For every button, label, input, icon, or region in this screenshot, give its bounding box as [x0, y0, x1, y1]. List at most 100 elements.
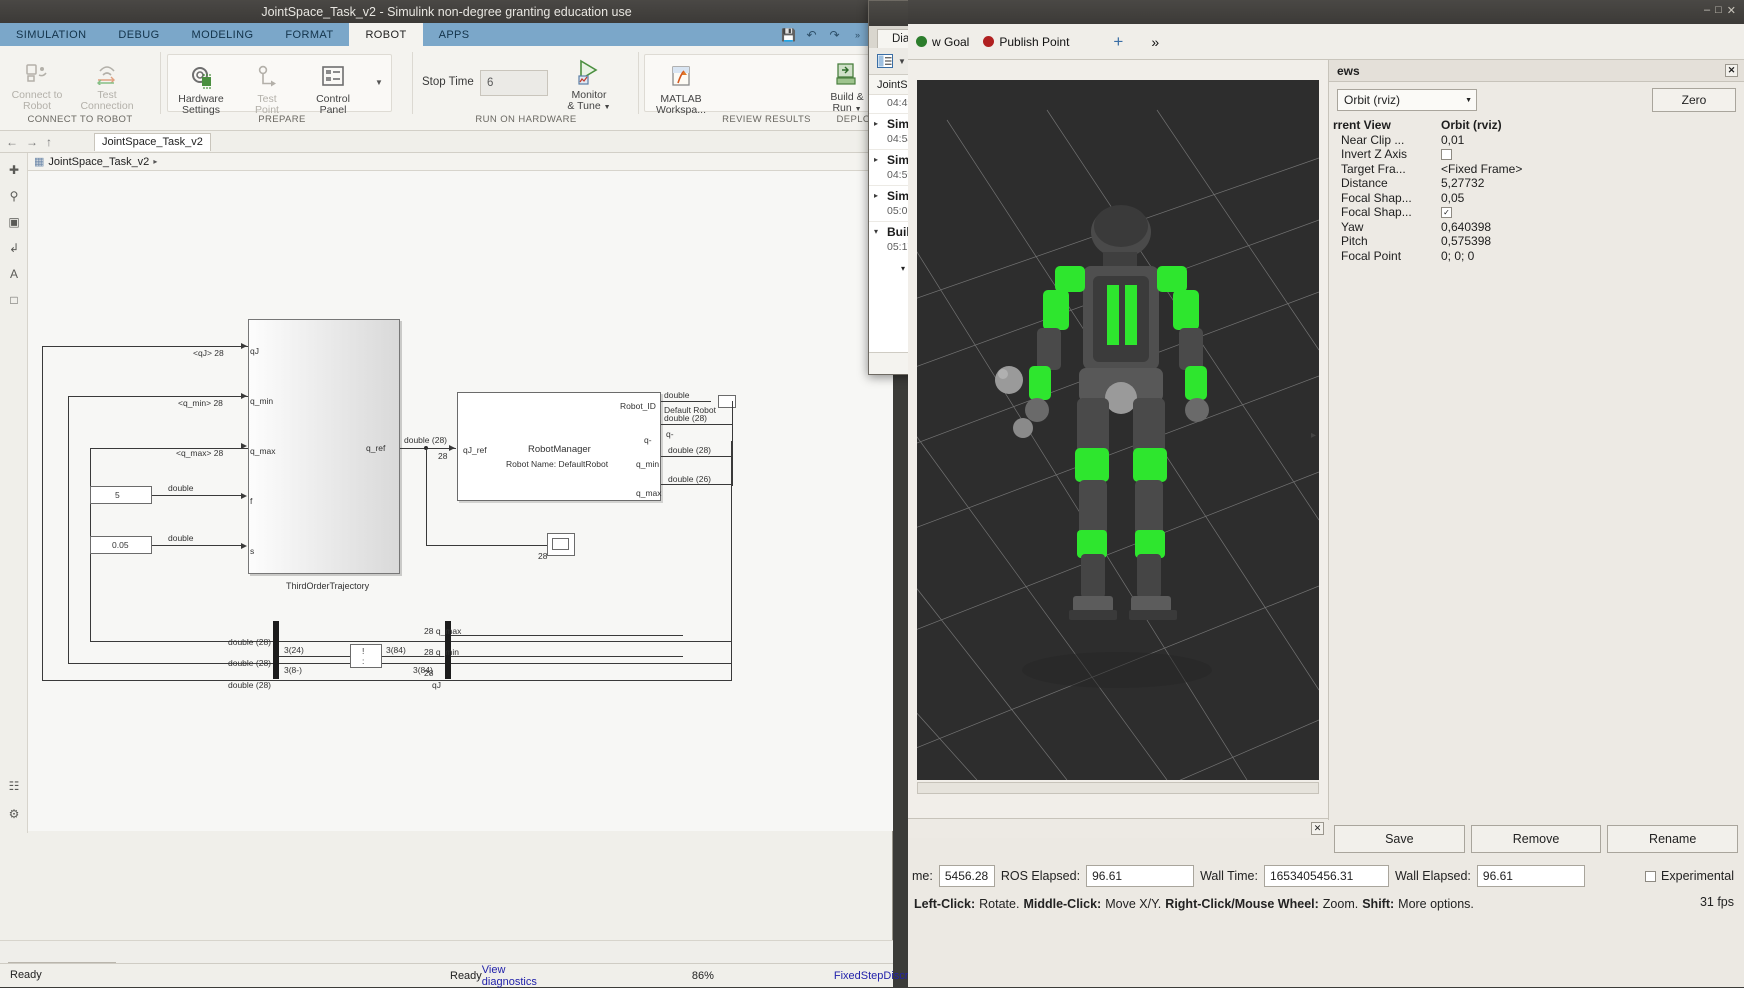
property-near-clip[interactable]: Near Clip ... 0,01 [1329, 133, 1744, 148]
simulink-canvas[interactable]: qJ q_min q_max f s q_ref ThirdOrderTraje… [28, 171, 893, 831]
simulink-path-bar: ← → ↑ JointSpace_Task_v2 [0, 131, 893, 153]
test-point-label: Test Point [255, 93, 279, 116]
close-icon[interactable]: ✕ [1311, 822, 1324, 835]
pointer-icon[interactable]: ✚ [0, 157, 28, 183]
tool-new-goal-label: w Goal [932, 34, 970, 49]
stop-time-label: Stop Time [422, 76, 474, 88]
property-focal-point[interactable]: Focal Point 0; 0; 0 [1329, 249, 1744, 264]
save-button[interactable]: Save [1334, 825, 1465, 853]
overflow-icon[interactable]: » [1151, 34, 1159, 50]
signal-label-qj: <qJ> 28 [193, 348, 224, 358]
chevron-right-icon[interactable]: ▸ [874, 155, 878, 164]
tab-apps[interactable]: APPS [423, 23, 486, 46]
rviz-time-panel-header: ✕ [908, 818, 1328, 838]
monitor-and-tune-button[interactable]: Monitor & Tune ▼ [556, 56, 622, 113]
rename-button[interactable]: Rename [1607, 825, 1739, 853]
rviz-grid-and-robot [917, 80, 1319, 780]
tab-debug[interactable]: DEBUG [102, 23, 175, 46]
prepare-more-chevron-icon[interactable]: ▼ [375, 78, 383, 87]
view-controller-combo[interactable]: Orbit (rviz) ▼ [1337, 89, 1477, 111]
tab-simulation[interactable]: SIMULATION [0, 23, 102, 46]
library-icon[interactable]: ☷ [0, 773, 28, 799]
property-value: <Fixed Frame> [1441, 161, 1523, 176]
terminator-robot-id[interactable] [718, 395, 736, 408]
property-yaw[interactable]: Yaw 0,640398 [1329, 220, 1744, 235]
route-icon[interactable]: ↲ [0, 235, 28, 261]
panel-resize-handle-icon[interactable]: ▸ [1311, 430, 1316, 441]
add-tool-icon[interactable]: + [1113, 32, 1123, 52]
minimize-icon[interactable]: – [1704, 4, 1710, 17]
tab-robot[interactable]: ROBOT [349, 23, 423, 46]
close-icon[interactable]: ✕ [1727, 4, 1736, 17]
port-label-robot-id: Robot_ID [620, 401, 656, 411]
tool-new-goal[interactable]: w Goal [916, 35, 969, 49]
tab-modeling[interactable]: MODELING [176, 23, 270, 46]
arrow-icon [241, 393, 247, 399]
port-label-f: f [250, 496, 253, 506]
property-invert-z-axis[interactable]: Invert Z Axis [1329, 147, 1744, 162]
matlab-workspace-button[interactable]: MATLAB Workspa... [648, 60, 714, 116]
wire [152, 495, 241, 496]
wire [426, 448, 427, 545]
annotation-icon[interactable]: A [0, 261, 28, 287]
connect-to-robot-button[interactable]: Connect to Robot [4, 56, 70, 112]
control-panel-icon [300, 60, 366, 92]
chevron-down-icon[interactable]: » [849, 26, 866, 43]
matlab-workspace-icon [648, 60, 714, 92]
experimental-toggle[interactable]: Experimental [1645, 869, 1744, 883]
forward-arrow-icon[interactable]: → [26, 135, 38, 149]
breadcrumb-label[interactable]: JointSpace_Task_v2 [48, 156, 149, 168]
block-demux[interactable] [350, 644, 382, 668]
property-pitch[interactable]: Pitch 0,575398 [1329, 234, 1744, 249]
close-icon[interactable]: ✕ [1725, 64, 1738, 77]
view-layout-icon[interactable] [874, 51, 896, 72]
chevron-down-icon[interactable]: ▼ [1465, 97, 1472, 104]
maximize-icon[interactable]: □ [1715, 4, 1722, 17]
save-icon[interactable]: 💾 [780, 26, 797, 43]
rviz-3d-viewport[interactable] [917, 80, 1319, 780]
checkbox-checked[interactable]: ✓ [1441, 206, 1452, 218]
property-focal-shape-size[interactable]: Focal Shap... 0,05 [1329, 191, 1744, 206]
scope-signal-width: 28 [538, 551, 548, 561]
undo-icon[interactable]: ↶ [803, 26, 820, 43]
tab-format[interactable]: FORMAT [269, 23, 349, 46]
scope-screen [552, 538, 569, 550]
hardware-settings-button[interactable]: Hardware Settings [168, 60, 234, 116]
wall-elapsed-value[interactable]: 96.61 [1476, 865, 1585, 887]
signal-label-28: 28 [424, 668, 434, 678]
area-icon[interactable]: □ [0, 287, 28, 313]
checkbox-unchecked[interactable] [1441, 148, 1452, 160]
chevron-right-icon[interactable]: ▸ [874, 191, 878, 200]
wall-time-value[interactable]: 1653405456.31 [1263, 865, 1389, 887]
zero-button[interactable]: Zero [1652, 88, 1736, 112]
control-panel-button[interactable]: Control Panel [300, 60, 366, 116]
fit-icon[interactable]: ▣ [0, 209, 28, 235]
back-arrow-icon[interactable]: ← [6, 135, 18, 149]
zoom-icon[interactable]: ⚲ [0, 183, 28, 209]
constant-5-value: 5 [115, 490, 120, 500]
stop-time-input[interactable]: 6 [480, 70, 548, 96]
chevron-down-icon[interactable]: ▾ [901, 264, 905, 273]
remove-button[interactable]: Remove [1470, 825, 1602, 853]
settings-icon[interactable]: ⚙ [0, 801, 28, 827]
view-diagnostics-link[interactable]: View diagnostics [482, 964, 537, 988]
property-value: 0; 0; 0 [1441, 248, 1475, 263]
property-focal-shape-fixed[interactable]: Focal Shap... ✓ [1329, 205, 1744, 220]
ros-time-value[interactable]: 5456.28 [938, 865, 995, 887]
chevron-down-icon[interactable]: ▾ [874, 227, 878, 236]
property-distance[interactable]: Distance 5,27732 [1329, 176, 1744, 191]
checkbox-unchecked[interactable] [1645, 870, 1657, 882]
block-constant-5[interactable] [90, 486, 152, 504]
redo-icon[interactable]: ↷ [826, 26, 843, 43]
test-point-button[interactable]: Test Point [234, 60, 300, 116]
chevron-right-icon[interactable]: ▸ [874, 119, 878, 128]
property-target-frame[interactable]: Target Fra... <Fixed Frame> [1329, 162, 1744, 177]
ros-elapsed-value[interactable]: 96.61 [1086, 865, 1195, 887]
model-tab[interactable]: JointSpace_Task_v2 [94, 132, 211, 151]
up-arrow-icon[interactable]: ↑ [46, 135, 52, 149]
view-layout-dropdown-icon[interactable]: ▼ [898, 51, 906, 72]
tool-publish-point[interactable]: Publish Point [983, 35, 1069, 49]
test-connection-button[interactable]: Test Connection [74, 56, 140, 112]
property-current-view[interactable]: rrent View Orbit (rviz) [1329, 118, 1744, 133]
bus-bar-left[interactable] [273, 621, 279, 679]
